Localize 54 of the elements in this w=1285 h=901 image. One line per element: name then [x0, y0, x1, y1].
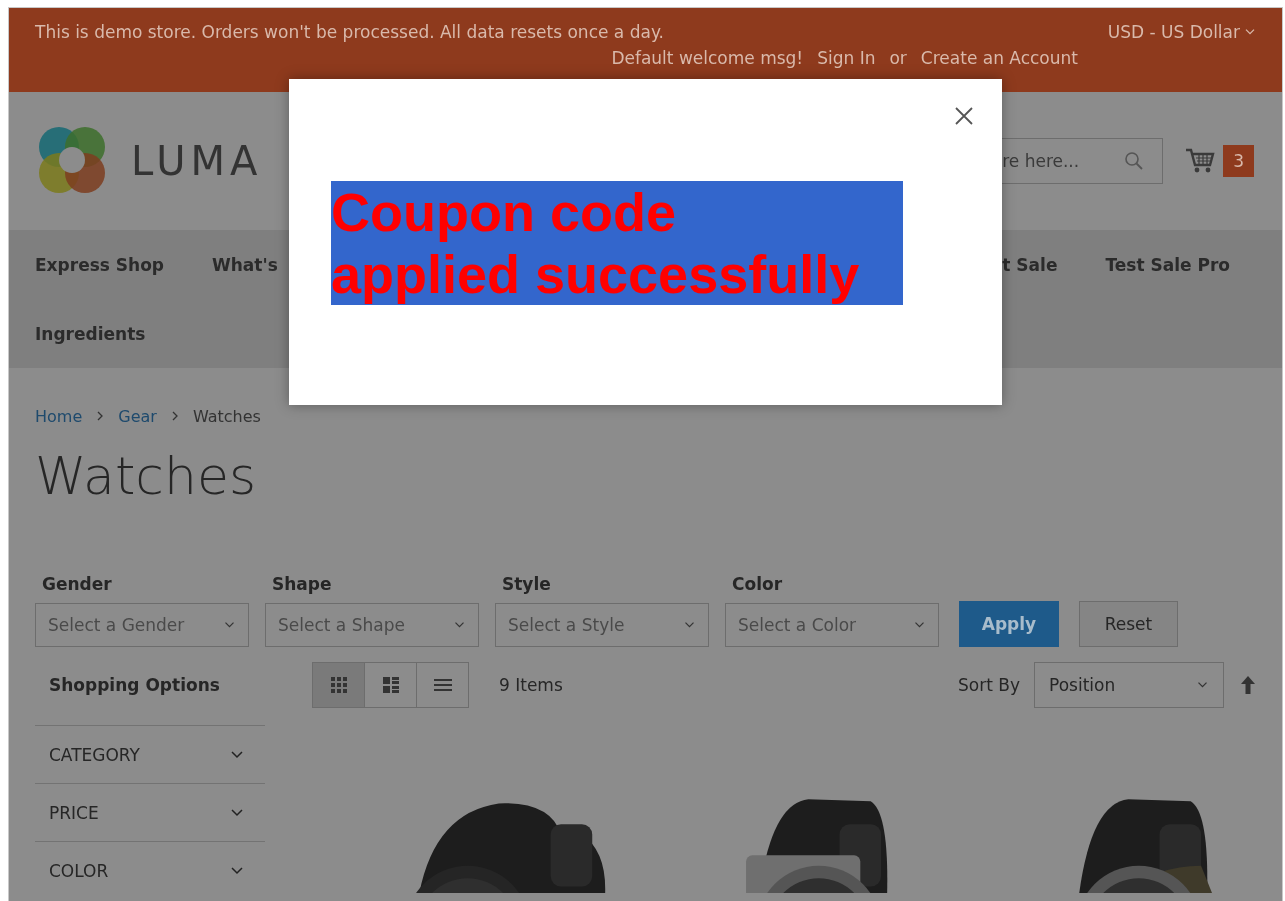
- chevron-down-icon: [223, 621, 236, 629]
- sign-in-link[interactable]: Sign In: [817, 48, 876, 68]
- reset-button[interactable]: Reset: [1079, 601, 1178, 647]
- grid-icon: [329, 676, 348, 694]
- success-message: Coupon code applied successfully: [331, 181, 903, 306]
- filter-dropdown[interactable]: Select a Shape: [265, 603, 479, 647]
- welcome-message: Default welcome msg!: [611, 48, 804, 68]
- create-account-link[interactable]: Create an Account: [920, 48, 1078, 68]
- chevron-right-icon: [96, 411, 105, 421]
- chevron-down-icon: [1244, 28, 1256, 36]
- filter-label: Shape: [271, 574, 333, 594]
- breadcrumb-current: Watches: [192, 406, 261, 426]
- close-button[interactable]: [954, 106, 974, 126]
- chevron-right-icon: [170, 411, 179, 421]
- view-mode-button[interactable]: [364, 662, 417, 708]
- breadcrumb-link[interactable]: Home: [35, 406, 83, 426]
- filter-label: Color: [731, 574, 784, 594]
- cart-icon[interactable]: [1185, 147, 1216, 175]
- demo-notice: This is demo store. Orders won't be processed. All data resets once a day.: [35, 22, 664, 42]
- filter-dropdown[interactable]: Select a Gender: [35, 603, 249, 647]
- sort-direction-arrow-icon[interactable]: [1240, 675, 1256, 695]
- nav-item[interactable]: Express Shop: [35, 254, 164, 275]
- sort-label: Sort By: [958, 675, 1020, 695]
- filter-label: Gender: [41, 574, 113, 594]
- list-icon: [433, 678, 452, 692]
- filter-dropdown[interactable]: Select a Style: [495, 603, 709, 647]
- sidebar-title: Shopping Options: [48, 674, 221, 697]
- apply-button[interactable]: Apply: [959, 601, 1059, 647]
- tiles-icon: [381, 676, 400, 694]
- filter-label: Style: [501, 574, 552, 594]
- filter-section[interactable]: PRICE: [35, 783, 265, 841]
- chevron-down-icon: [453, 621, 466, 629]
- view-mode-button[interactable]: [312, 662, 365, 708]
- close-icon: [955, 107, 973, 125]
- item-count: 9 Items: [499, 675, 563, 695]
- nav-item[interactable]: What's: [212, 254, 278, 275]
- currency-switcher[interactable]: USD - US Dollar: [1107, 22, 1256, 42]
- nav-item[interactable]: Test Sale Pro: [1105, 254, 1230, 275]
- filter-section[interactable]: COLOR: [35, 841, 265, 899]
- breadcrumb-link[interactable]: Gear: [118, 406, 157, 426]
- nav-item[interactable]: Ingredients: [35, 323, 146, 344]
- logo-text[interactable]: LUMA: [131, 138, 263, 184]
- filter-dropdown[interactable]: Select a Color: [725, 603, 939, 647]
- cart-count-badge: 3: [1223, 145, 1254, 177]
- or-text: or: [889, 48, 907, 68]
- chevron-down-icon: [913, 621, 926, 629]
- search-icon[interactable]: [1124, 151, 1145, 171]
- chevron-down-icon: [1196, 681, 1209, 689]
- page-title: Watches: [35, 446, 257, 506]
- chevron-down-icon: [683, 621, 696, 629]
- nav-item[interactable]: t Sale: [1002, 254, 1058, 275]
- filter-section[interactable]: CATEGORY: [35, 725, 265, 783]
- sort-dropdown[interactable]: Position: [1034, 662, 1224, 708]
- view-mode-button[interactable]: [416, 662, 469, 708]
